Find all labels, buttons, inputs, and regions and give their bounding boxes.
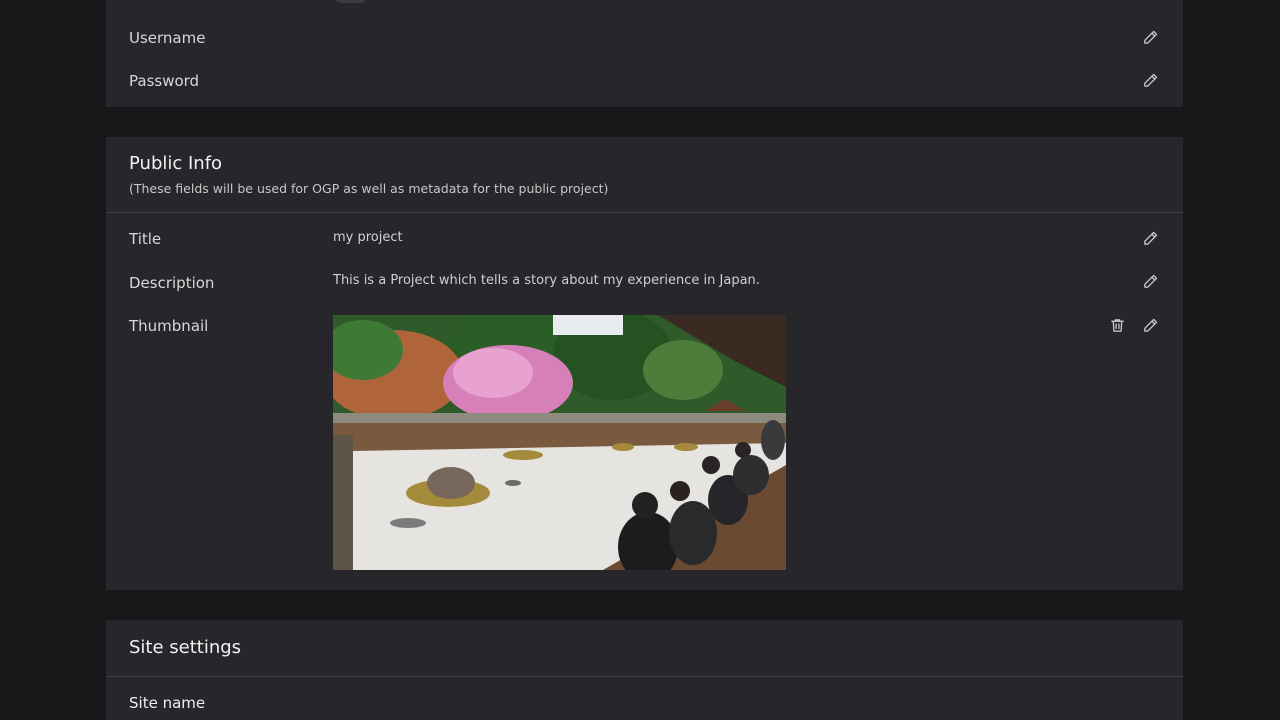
edit-thumbnail-button[interactable] (1139, 314, 1161, 336)
thumbnail-image (333, 315, 786, 570)
toggle-switch[interactable] (334, 0, 368, 3)
trash-icon (1110, 318, 1124, 332)
password-label: Password (129, 72, 200, 90)
public-info-card: Public Info (These fields will be used f… (106, 137, 1183, 590)
delete-thumbnail-button[interactable] (1106, 314, 1128, 336)
public-info-subtitle: (These fields will be used for OGP as we… (129, 181, 609, 196)
pencil-icon (1143, 73, 1157, 87)
edit-username-button[interactable] (1139, 26, 1161, 48)
pencil-icon (1143, 318, 1157, 332)
public-info-title: Public Info (129, 153, 223, 174)
title-value: my project (333, 230, 403, 245)
edit-password-button[interactable] (1139, 69, 1161, 91)
pencil-icon (1143, 30, 1157, 44)
divider (106, 676, 1183, 677)
divider (106, 212, 1183, 213)
edit-title-button[interactable] (1139, 227, 1161, 249)
description-label: Description (129, 274, 215, 292)
username-label: Username (129, 29, 206, 47)
site-settings-title: Site settings (129, 637, 242, 658)
thumbnail-label: Thumbnail (129, 317, 209, 335)
edit-description-button[interactable] (1139, 270, 1161, 292)
pencil-icon (1143, 274, 1157, 288)
settings-page: Username Password Public Info (These fie… (0, 0, 1280, 720)
description-value: This is a Project which tells a story ab… (333, 273, 760, 288)
pencil-icon (1143, 231, 1157, 245)
account-card: Username Password (106, 0, 1183, 107)
site-name-label: Site name (129, 694, 206, 712)
site-settings-card: Site settings Site name (106, 620, 1183, 720)
title-label: Title (129, 230, 162, 248)
